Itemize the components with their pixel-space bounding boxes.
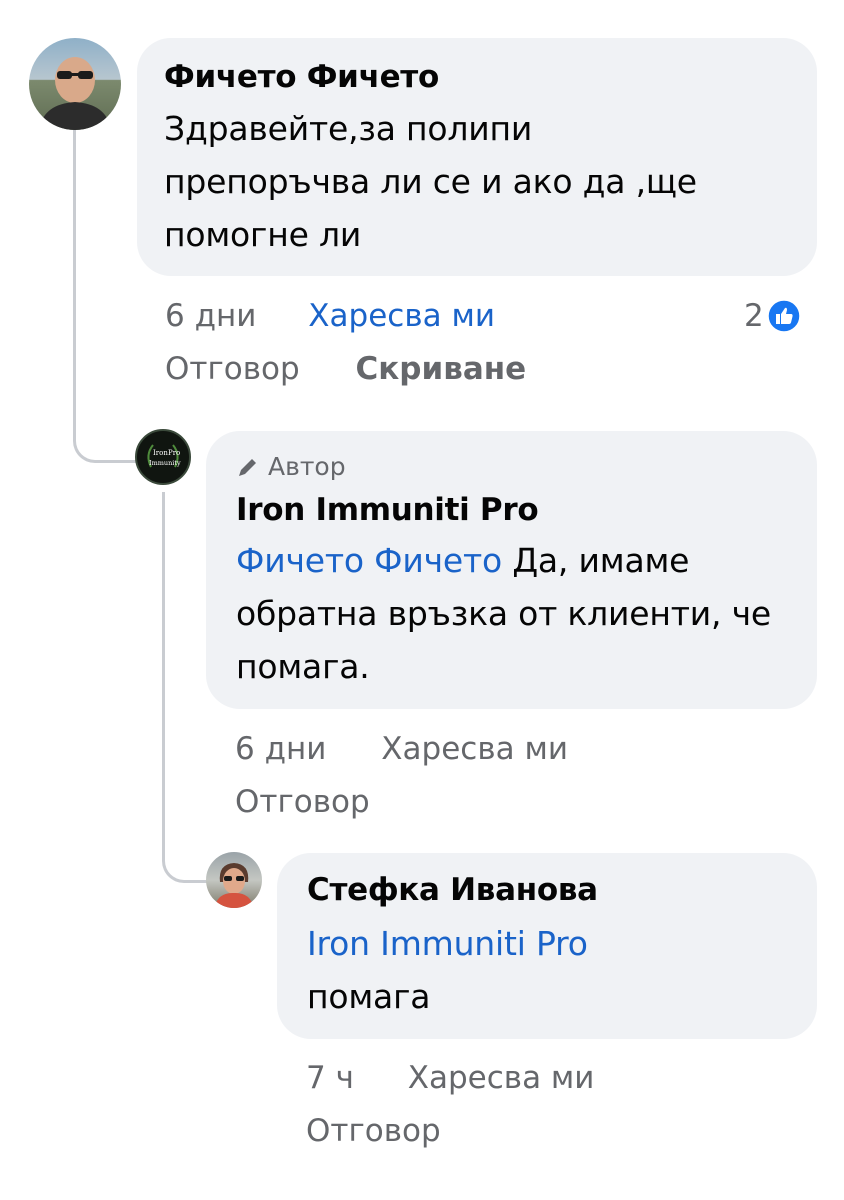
- comment-reply-button[interactable]: Отговор: [165, 351, 300, 387]
- comment-like-button[interactable]: Харесва ми: [308, 298, 495, 334]
- logo-word-3: Immunity: [149, 459, 181, 467]
- reply1-mention[interactable]: Фичето Фичето: [236, 541, 502, 580]
- reply1-author[interactable]: Iron Immuniti Pro: [236, 491, 789, 529]
- avatar-page[interactable]: Iron Pro Immunity: [135, 429, 191, 485]
- reply1-actions-row2: Отговор: [235, 782, 370, 822]
- reply1-actions-row1: 6 дни Харесва ми: [235, 729, 568, 769]
- thread-line-sub: [162, 492, 209, 883]
- reply2-actions-row2: Отговор: [306, 1111, 441, 1151]
- avatar-commenter[interactable]: [29, 38, 121, 130]
- reply1-like-button[interactable]: Харесва ми: [381, 731, 568, 767]
- reply1-text: Фичето Фичето Да, имаме обратна връзка о…: [236, 534, 796, 693]
- comment-time: 6 дни: [165, 298, 257, 334]
- comment-actions-row1: 6 дни Харесва ми: [165, 296, 495, 336]
- page-logo-icon: Iron Pro Immunity: [147, 444, 181, 468]
- comment-bubble: Фичето Фичето Здравейте,за полипи препор…: [137, 38, 817, 276]
- comment-actions-row2: Отговор Скриване: [165, 349, 526, 389]
- reaction-count: 2: [744, 298, 764, 334]
- reply2-mention[interactable]: Iron Immuniti Pro: [307, 917, 789, 970]
- comment-text: Здравейте,за полипи препоръчва ли се и а…: [164, 109, 697, 254]
- author-badge-label: Автор: [268, 452, 346, 481]
- reply2-text: помага: [307, 977, 431, 1016]
- reply1-bubble: Автор Iron Immuniti Pro Фичето Фичето Да…: [206, 431, 817, 709]
- person-photo-icon: [214, 863, 254, 908]
- reply1-reply-button[interactable]: Отговор: [235, 784, 370, 820]
- reply2-reply-button[interactable]: Отговор: [306, 1113, 441, 1149]
- reply2-bubble: Стефка Иванова Iron Immuniti Pro помага: [277, 853, 817, 1039]
- reply2-like-button[interactable]: Харесва ми: [408, 1060, 595, 1096]
- reply1-time: 6 дни: [235, 731, 327, 767]
- reply2-author[interactable]: Стефка Иванова: [307, 871, 789, 909]
- author-badge: Автор: [236, 451, 789, 483]
- like-reaction-icon: [766, 299, 801, 333]
- comment-author[interactable]: Фичето Фичето: [164, 58, 789, 96]
- reply2-actions-row1: 7 ч Харесва ми: [306, 1058, 594, 1098]
- thread-line-main: [73, 128, 138, 463]
- reply2-time: 7 ч: [306, 1060, 354, 1096]
- comment-reactions[interactable]: 2: [744, 296, 801, 336]
- pencil-icon: [239, 459, 256, 476]
- avatar-replier[interactable]: [206, 852, 262, 908]
- logo-word-1: Iron: [153, 449, 168, 457]
- comment-hide-button[interactable]: Скриване: [356, 351, 527, 387]
- logo-word-2: Pro: [168, 449, 180, 457]
- person-photo-icon: [39, 57, 111, 130]
